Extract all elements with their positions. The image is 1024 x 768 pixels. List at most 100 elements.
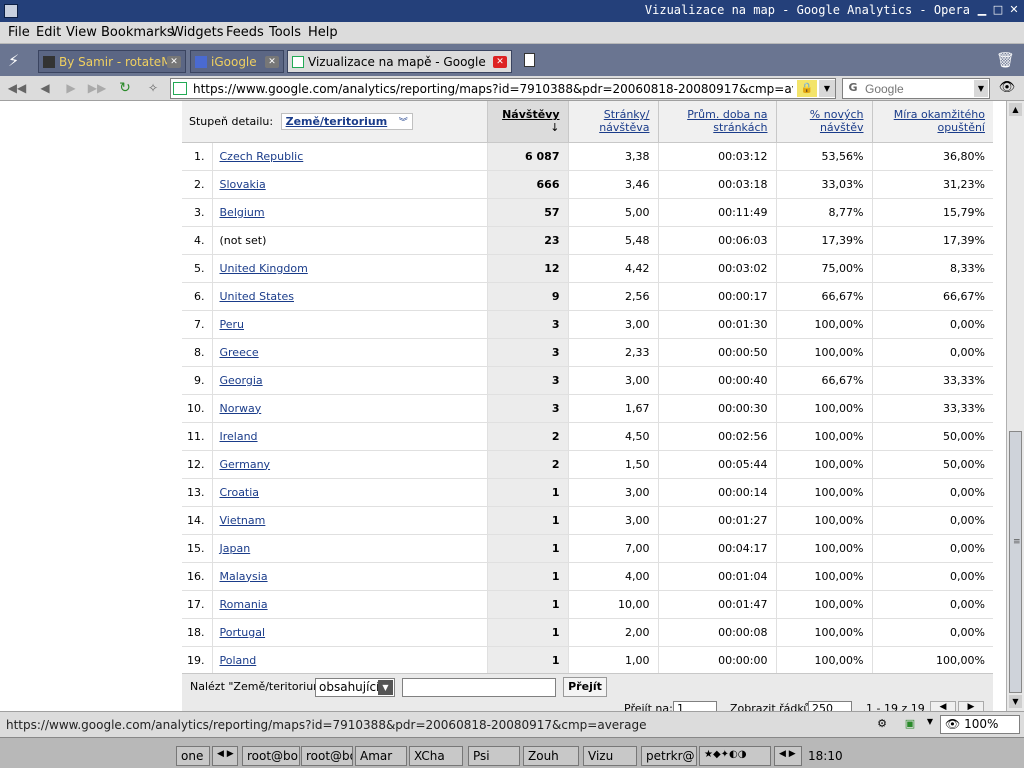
country-link[interactable]: Croatia [220,486,260,499]
taskbar-item-amar[interactable]: Amar [355,746,407,766]
search-dropdown-icon[interactable]: ▼ [974,80,988,97]
back-icon[interactable]: ◀ [34,80,56,97]
menu-tools[interactable]: Tools [269,25,301,40]
row-country[interactable]: United States [211,282,487,311]
country-link[interactable]: Georgia [220,374,263,387]
maximize-icon[interactable]: □ [990,3,1006,18]
row-country[interactable]: Slovakia [211,170,487,199]
speed-dial-icon[interactable]: ⚡ [8,51,19,70]
col-new-visits[interactable]: % nových návštěv [775,101,872,143]
scroll-thumb[interactable]: ≡ [1009,431,1022,693]
scroll-down-icon[interactable]: ▼ [1009,695,1022,708]
taskbar-item-petrkr[interactable]: petrkr@ [641,746,697,766]
row-country[interactable]: Greece [211,338,487,367]
row-country[interactable]: Peru [211,310,487,339]
row-country[interactable]: Czech Republic [211,142,487,171]
col-avg-time[interactable]: Prům. doba na stránkách [657,101,776,143]
country-link[interactable]: Malaysia [220,570,268,583]
country-link[interactable]: United States [220,290,295,303]
menu-help[interactable]: Help [308,25,338,40]
taskbar-item-psi[interactable]: Psi [468,746,520,766]
country-link[interactable]: Peru [220,318,245,331]
country-link[interactable]: Belgium [220,206,265,219]
tray-icons[interactable]: ★◆✦◐◑ [699,746,771,766]
lock-icon[interactable]: 🔒 [797,80,817,97]
menu-bookmarks[interactable]: Bookmarks [101,25,174,40]
row-country[interactable]: United Kingdom [211,254,487,283]
new-tab-icon[interactable] [524,53,535,67]
eye-icon[interactable]: 👁 [996,80,1018,97]
col-visits-link[interactable]: Návštěvy [502,108,559,121]
country-link[interactable]: Vietnam [220,514,266,527]
row-country[interactable]: Japan [211,534,487,563]
row-country[interactable]: Germany [211,450,487,479]
vertical-scrollbar[interactable]: ▲ ≡ ▼ [1006,101,1024,711]
row-country[interactable]: Norway [211,394,487,423]
menu-edit[interactable]: Edit [36,25,61,40]
scroll-up-icon[interactable]: ▲ [1009,103,1022,116]
images-dropdown-icon[interactable]: ▼ [922,717,938,731]
country-link[interactable]: Romania [220,598,268,611]
chevron-down-icon[interactable]: ▼ [378,680,393,695]
row-country[interactable]: Romania [211,590,487,619]
tab-igoogle[interactable]: iGoogle ✕ [190,50,284,73]
taskbar-workspace[interactable]: one [176,746,210,766]
search-field[interactable]: G ▼ [842,78,990,99]
row-country[interactable]: Portugal [211,618,487,647]
find-mode-select[interactable]: obsahující ▼ [315,678,395,697]
close-tab-icon[interactable]: ✕ [493,56,507,68]
tab-by-samir[interactable]: By Samir - rotateMe ✕ [38,50,186,73]
fast-forward-icon[interactable]: ▶▶ [86,80,108,97]
reload-icon[interactable]: ↻ [114,80,136,97]
col-time-link[interactable]: Prům. doba na stránkách [687,108,767,134]
close-tab-icon[interactable]: ✕ [167,56,181,68]
minimize-icon[interactable]: ▁ [974,3,990,18]
row-country[interactable]: Georgia [211,366,487,395]
rows-select[interactable]: 250 [808,701,852,711]
row-country[interactable]: Belgium [211,198,487,227]
tab-vizualizace[interactable]: Vizualizace na mapě - Google ✕ [287,50,512,73]
settings-icon[interactable]: ⚙ [874,717,890,731]
url-field[interactable]: 🔒 ▼ [170,78,836,99]
prev-page-icon[interactable]: ◀ [930,701,956,711]
col-new-link[interactable]: % nových návštěv [810,108,864,134]
country-link[interactable]: Germany [220,458,271,471]
menu-feeds[interactable]: Feeds [226,25,264,40]
col-bounce-rate[interactable]: Míra okamžitého opuštění [871,101,993,143]
trash-icon[interactable]: 🗑 [996,51,1015,69]
tray-arrows-icon[interactable]: ◀ ▶ [774,746,802,766]
row-country[interactable]: Malaysia [211,562,487,591]
country-link[interactable]: Czech Republic [220,150,304,163]
url-dropdown-icon[interactable]: ▼ [819,80,835,97]
country-link[interactable]: Slovakia [220,178,266,191]
close-tab-icon[interactable]: ✕ [265,56,279,68]
opera-app-icon[interactable] [4,4,18,18]
country-link[interactable]: Norway [220,402,262,415]
menu-file[interactable]: File [8,25,30,40]
country-link[interactable]: Japan [220,542,251,555]
country-link[interactable]: United Kingdom [220,262,308,275]
detail-level-select[interactable]: Země/teritorium ︾ [280,112,413,130]
next-page-icon[interactable]: ▶ [958,701,984,711]
rewind-icon[interactable]: ◀◀ [6,80,28,97]
menu-widgets[interactable]: Widgets [171,25,224,40]
menu-view[interactable]: View [66,25,97,40]
row-country[interactable]: Poland [211,646,487,675]
forward-icon[interactable]: ▶ [60,80,82,97]
col-visits[interactable]: Návštěvy ↓ [486,101,568,143]
close-window-icon[interactable]: ✕ [1006,3,1022,18]
country-link[interactable]: Portugal [220,626,266,639]
taskbar-item-vizu[interactable]: Vizu [583,746,637,766]
col-pages-link[interactable]: Stránky/ návštěva [599,108,649,134]
country-link[interactable]: Greece [220,346,259,359]
zoom-select[interactable]: 👁 100% [940,715,1020,734]
taskbar-item-xcha[interactable]: XCha [409,746,463,766]
country-link[interactable]: Ireland [220,430,258,443]
taskbar-item-root2[interactable]: root@bo [301,746,353,766]
taskbar-item-zouh[interactable]: Zouh [523,746,579,766]
taskbar-item-root1[interactable]: root@bo [242,746,300,766]
col-bounce-link[interactable]: Míra okamžitého opuštění [894,108,985,134]
wand-icon[interactable]: ✧ [142,80,164,97]
image-icon[interactable]: ▣ [902,717,918,731]
find-go-button[interactable]: Přejít [563,677,607,697]
